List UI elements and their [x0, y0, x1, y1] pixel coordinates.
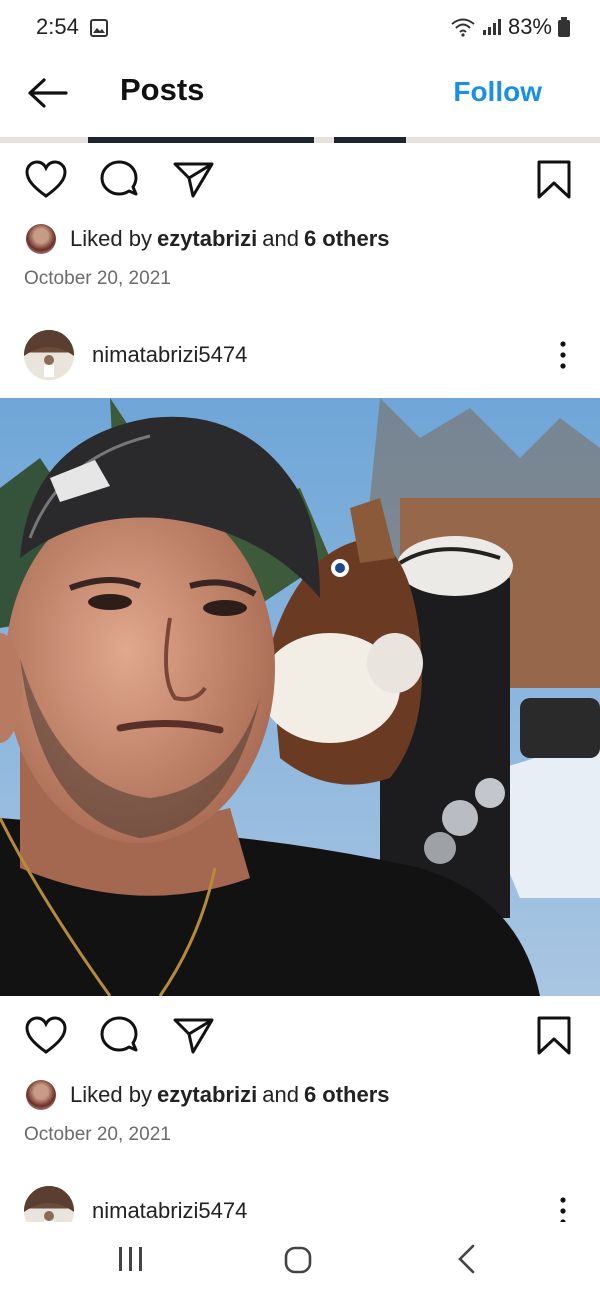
share-icon[interactable]: [172, 1014, 216, 1058]
more-vertical-icon[interactable]: [558, 340, 568, 370]
likes-summary[interactable]: Liked by ezytabrizi and 6 others: [26, 224, 395, 254]
status-time: 2:54: [36, 14, 79, 39]
gallery-notification-icon: [90, 19, 108, 37]
post-username[interactable]: nimatabrizi5474: [92, 1198, 247, 1222]
next-post-header: nimatabrizi5474: [0, 1180, 600, 1222]
comment-icon[interactable]: [98, 1014, 142, 1058]
likes-others[interactable]: 6 others: [304, 1082, 390, 1108]
post-photo[interactable]: [0, 398, 600, 996]
liker-username[interactable]: ezytabrizi: [157, 226, 257, 252]
back-icon[interactable]: [456, 1244, 476, 1274]
likes-others[interactable]: 6 others: [304, 226, 390, 252]
follow-button[interactable]: Follow: [453, 76, 542, 108]
bookmark-icon[interactable]: [532, 1014, 576, 1058]
liker-avatar: [26, 1080, 56, 1110]
recent-apps-icon[interactable]: [118, 1246, 144, 1272]
post-date: October 20, 2021: [24, 1124, 171, 1145]
home-icon[interactable]: [284, 1246, 312, 1274]
share-icon[interactable]: [172, 158, 216, 202]
more-vertical-icon[interactable]: [558, 1196, 568, 1222]
avatar[interactable]: [24, 1186, 74, 1222]
previous-post-image-edge: [0, 137, 600, 143]
liker-username[interactable]: ezytabrizi: [157, 1082, 257, 1108]
status-indicators: 83%: [450, 14, 570, 40]
signal-icon: [482, 19, 501, 35]
wifi-icon: [451, 18, 475, 37]
comment-icon[interactable]: [98, 158, 142, 202]
post-username[interactable]: nimatabrizi5474: [92, 342, 247, 368]
back-arrow-icon[interactable]: [26, 76, 68, 110]
page-title: Posts: [120, 72, 205, 107]
battery-percent: 83%: [507, 14, 552, 39]
likes-summary[interactable]: Liked by ezytabrizi and 6 others: [26, 1080, 395, 1110]
battery-icon: [558, 17, 570, 37]
post-date: October 20, 2021: [24, 268, 171, 289]
liker-avatar: [26, 224, 56, 254]
heart-icon[interactable]: [24, 1014, 68, 1058]
heart-icon[interactable]: [24, 158, 68, 202]
bookmark-icon[interactable]: [532, 158, 576, 202]
avatar[interactable]: [24, 330, 74, 380]
